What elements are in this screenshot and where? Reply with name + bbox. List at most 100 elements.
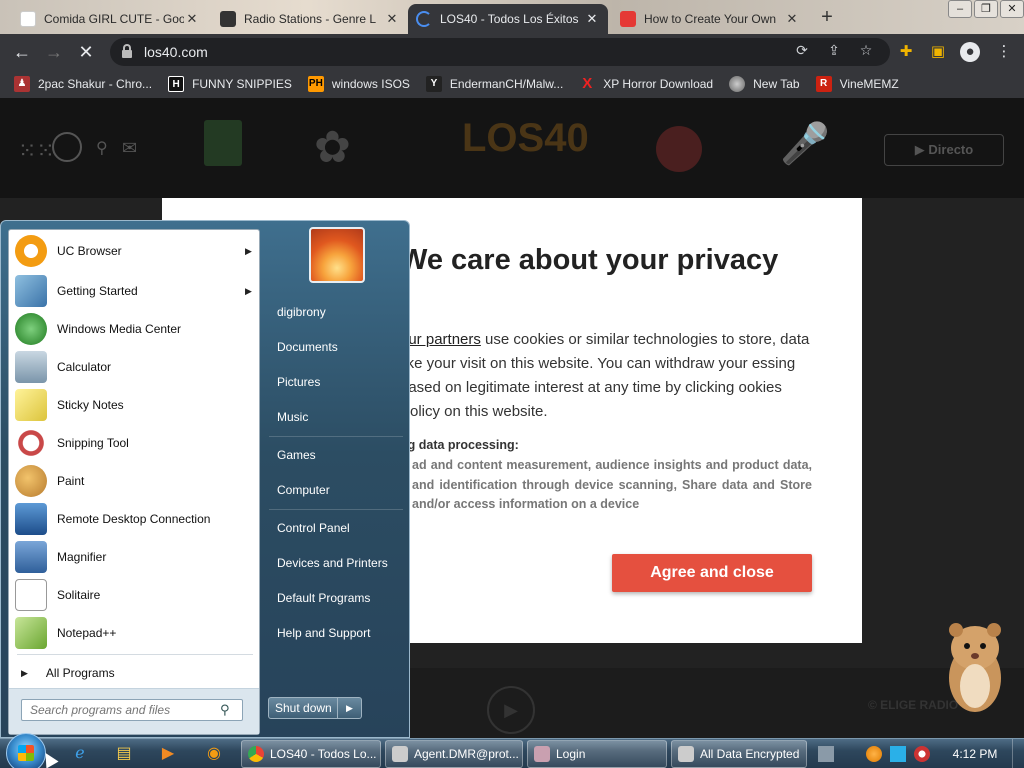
program-snipping-tool[interactable]: Snipping Tool — [11, 424, 259, 462]
close-tab-icon[interactable]: ✕ — [184, 11, 200, 27]
pictures-link[interactable]: Pictures — [269, 367, 403, 397]
program-getting-started[interactable]: Getting Started ▶ — [11, 272, 259, 310]
microphone-icon: 🎤 — [780, 122, 830, 166]
forward-arrow-icon[interactable]: → — [42, 40, 66, 64]
new-tab-button[interactable]: + — [814, 6, 840, 30]
default-programs-link[interactable]: Default Programs — [269, 583, 403, 613]
program-notepadpp[interactable]: Notepad++ — [11, 614, 259, 652]
user-icon[interactable] — [52, 132, 82, 162]
program-solitaire[interactable]: Solitaire — [11, 576, 259, 614]
search-input[interactable] — [30, 703, 220, 717]
tray-network-icon[interactable] — [890, 746, 906, 762]
program-paint[interactable]: Paint — [11, 462, 259, 500]
file-explorer-icon[interactable]: ▤ — [104, 741, 144, 767]
notepadpp-icon — [15, 617, 47, 649]
computer-link[interactable]: Computer — [269, 475, 403, 505]
tomato-icon — [656, 126, 702, 172]
minimize-button[interactable]: – — [948, 0, 972, 18]
tray-search-icon[interactable] — [866, 746, 882, 762]
translate-icon[interactable]: ⟳ — [792, 42, 812, 62]
internet-explorer-icon[interactable]: ℯ — [60, 741, 100, 767]
share-icon[interactable]: ⇪ — [824, 42, 844, 62]
show-desktop-button[interactable] — [1012, 739, 1024, 768]
mail-icon[interactable]: ✉ — [122, 138, 137, 159]
documents-link[interactable]: Documents — [269, 332, 403, 362]
search-icon[interactable]: ⚲ — [96, 138, 108, 158]
bookmark-item[interactable]: H FUNNY SNIPPIES — [168, 76, 292, 92]
submenu-arrow-icon[interactable]: ▶ — [245, 286, 259, 297]
program-label: Remote Desktop Connection — [57, 512, 211, 526]
devices-printers-link[interactable]: Devices and Printers — [269, 548, 403, 578]
search-icon[interactable]: ⚲ — [220, 702, 230, 718]
program-label: Snipping Tool — [57, 436, 129, 450]
bookmark-item[interactable]: PH windows ISOS — [307, 76, 410, 92]
shutdown-options-arrow-icon[interactable]: ▶ — [338, 697, 362, 719]
close-window-button[interactable]: ✕ — [1000, 0, 1024, 18]
h-icon: H — [168, 76, 185, 92]
start-button[interactable] — [6, 733, 46, 768]
tray-app-icon[interactable] — [818, 746, 834, 762]
browser-tab-1[interactable]: Comida GIRL CUTE - Goo ✕ — [12, 4, 208, 34]
control-panel-link[interactable]: Control Panel — [269, 513, 403, 543]
media-player-icon[interactable]: ▶ — [148, 741, 188, 767]
agree-and-close-button[interactable]: Agree and close — [612, 554, 812, 592]
program-calculator[interactable]: Calculator — [11, 348, 259, 386]
bookmark-item[interactable]: Y EndermanCH/Malw... — [425, 76, 563, 92]
window-controls: – ❐ ✕ — [946, 0, 1024, 20]
address-bar[interactable]: los40.com — [110, 38, 890, 66]
apps-grid-icon[interactable]: ⁙⁙ — [18, 138, 55, 164]
games-link[interactable]: Games — [269, 440, 403, 470]
partners-link[interactable]: our partners — [400, 331, 481, 348]
start-menu: UC Browser ▶ Getting Started ▶ Windows M… — [0, 220, 410, 738]
bookmark-item[interactable]: New Tab — [729, 76, 800, 92]
program-remote-desktop[interactable]: Remote Desktop Connection — [11, 500, 259, 538]
directo-button[interactable]: ▶ Directo — [884, 134, 1004, 166]
help-support-link[interactable]: Help and Support — [269, 618, 403, 648]
program-sticky-notes[interactable]: Sticky Notes — [11, 386, 259, 424]
browser-tab-2[interactable]: Radio Stations - Genre L ✕ — [212, 4, 408, 34]
stop-loading-icon[interactable]: ✕ — [74, 40, 98, 64]
side-panel-icon[interactable]: ▣ — [928, 42, 948, 62]
taskbar-button-encrypted[interactable]: All Data Encrypted — [671, 740, 807, 768]
program-windows-media-center[interactable]: Windows Media Center — [11, 310, 259, 348]
submenu-arrow-icon[interactable]: ▶ — [245, 246, 259, 257]
uc-browser-icon[interactable]: ◉ — [194, 741, 234, 767]
browser-toolbar: ← → ✕ los40.com ⟳ ⇪ ☆ ✚ ▣ ● ⋮ — [0, 34, 1024, 70]
los40-logo[interactable]: LOS40 — [462, 116, 589, 161]
close-tab-icon[interactable]: ✕ — [784, 11, 800, 27]
taskbar-button-login[interactable]: Login — [527, 740, 667, 768]
tab-title: Comida GIRL CUTE - Goo — [44, 12, 184, 26]
clock[interactable]: 4:12 PM — [950, 739, 1000, 768]
chrome-icon — [248, 746, 264, 762]
play-icon[interactable]: ▶ — [487, 686, 535, 734]
music-link[interactable]: Music — [269, 402, 403, 432]
music-card-icon — [204, 120, 242, 166]
bookmark-item[interactable]: ♟ 2pac Shakur - Chro... — [14, 76, 152, 92]
taskbar-button-chrome[interactable]: LOS40 - Todos Lo... — [241, 740, 381, 768]
browser-tab-3[interactable]: LOS40 - Todos Los Éxitos ✕ — [408, 4, 608, 34]
user-avatar[interactable] — [309, 227, 365, 283]
profile-avatar-icon[interactable]: ● — [960, 42, 980, 62]
close-tab-icon[interactable]: ✕ — [384, 11, 400, 27]
program-uc-browser[interactable]: UC Browser ▶ — [11, 232, 259, 270]
program-magnifier[interactable]: Magnifier — [11, 538, 259, 576]
bookmark-item[interactable]: R VineMEMZ — [815, 76, 899, 92]
shutdown-button[interactable]: Shut down — [268, 697, 338, 719]
bookmark-star-icon[interactable]: ☆ — [856, 42, 876, 62]
search-area: ⚲ — [9, 688, 259, 734]
browser-tab-4[interactable]: How to Create Your Own ✕ — [612, 4, 808, 34]
close-tab-icon[interactable]: ✕ — [584, 11, 600, 27]
user-name-link[interactable]: digibrony — [269, 297, 403, 327]
bookmark-item[interactable]: X XP Horror Download — [579, 76, 713, 92]
lock-icon[interactable] — [122, 44, 132, 58]
back-arrow-icon[interactable]: ← — [10, 40, 34, 64]
extensions-icon[interactable]: ✚ — [896, 42, 916, 62]
login-icon — [534, 746, 550, 762]
hamster-mascot — [949, 623, 1001, 712]
tray-volume-icon[interactable] — [914, 746, 930, 762]
search-box[interactable]: ⚲ — [21, 699, 243, 721]
menu-kebab-icon[interactable]: ⋮ — [994, 42, 1014, 62]
all-programs-item[interactable]: ▶ All Programs — [17, 660, 253, 686]
taskbar-button-agent[interactable]: Agent.DMR@prot... — [385, 740, 523, 768]
maximize-button[interactable]: ❐ — [974, 0, 998, 18]
